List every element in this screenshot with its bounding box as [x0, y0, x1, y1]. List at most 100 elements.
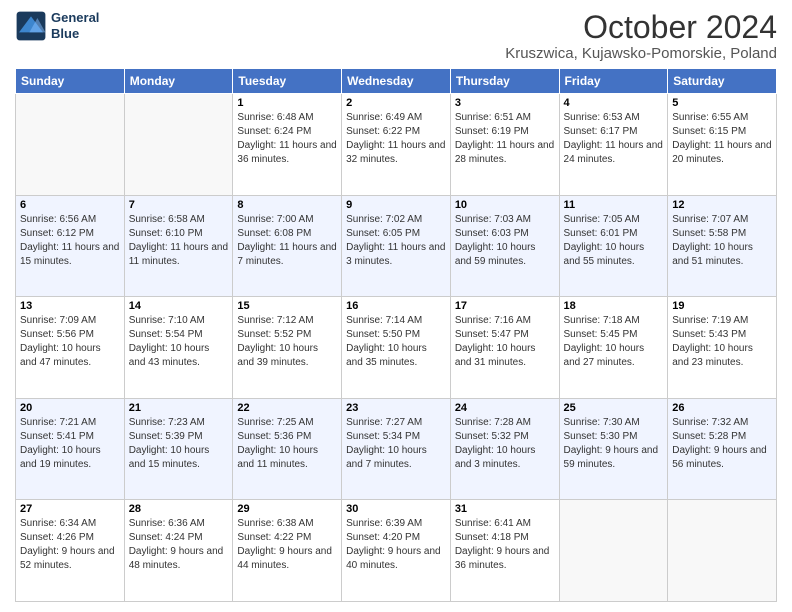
day-info: Sunrise: 6:58 AM Sunset: 6:10 PM Dayligh… [129, 213, 229, 269]
day-info: Sunrise: 7:00 AM Sunset: 6:08 PM Dayligh… [237, 213, 337, 269]
day-info: Sunrise: 7:12 AM Sunset: 5:52 PM Dayligh… [237, 314, 337, 370]
calendar-cell: 9 Sunrise: 7:02 AM Sunset: 6:05 PM Daylig… [342, 195, 451, 297]
calendar-cell [668, 500, 777, 602]
day-number: 10 [455, 199, 555, 211]
calendar-cell: 15Sunrise: 7:12 AM Sunset: 5:52 PM Dayli… [233, 297, 342, 399]
calendar-cell: 23 Sunrise: 7:27 AM Sunset: 5:34 PM Dayli… [342, 398, 451, 500]
calendar-cell [559, 500, 668, 602]
calendar-cell: 29Sunrise: 6:38 AM Sunset: 4:22 PM Dayli… [233, 500, 342, 602]
calendar-cell: 7 Sunrise: 6:58 AM Sunset: 6:10 PM Daylig… [124, 195, 233, 297]
calendar-cell: 26 Sunrise: 7:32 AM Sunset: 5:28 PM Dayli… [668, 398, 777, 500]
col-header-saturday: Saturday [668, 69, 777, 94]
calendar-cell: 14Sunrise: 7:10 AM Sunset: 5:54 PM Dayli… [124, 297, 233, 399]
calendar-cell: 18 Sunrise: 7:18 AM Sunset: 5:45 PM Dayli… [559, 297, 668, 399]
day-number: 16 [346, 300, 446, 312]
calendar-cell: 3 Sunrise: 6:51 AM Sunset: 6:19 PM Daylig… [450, 94, 559, 196]
day-info: Sunrise: 6:51 AM Sunset: 6:19 PM Dayligh… [455, 111, 555, 167]
day-number: 6 [20, 199, 120, 211]
day-number: 12 [672, 199, 772, 211]
calendar-week-3: 13 Sunrise: 7:09 AM Sunset: 5:56 PM Dayli… [16, 297, 777, 399]
day-info: Sunrise: 6:34 AM Sunset: 4:26 PM Dayligh… [20, 517, 120, 573]
day-info: Sunrise: 6:39 AM Sunset: 4:20 PM Dayligh… [346, 517, 446, 573]
main-title: October 2024 [505, 10, 777, 45]
day-number: 26 [672, 402, 772, 414]
day-number: 25 [564, 402, 664, 414]
day-info: Sunrise: 7:19 AM Sunset: 5:43 PM Dayligh… [672, 314, 772, 370]
calendar-cell: 30 Sunrise: 6:39 AM Sunset: 4:20 PM Dayli… [342, 500, 451, 602]
calendar-week-1: 1Sunrise: 6:48 AM Sunset: 6:24 PM Daylig… [16, 94, 777, 196]
calendar-cell: 17 Sunrise: 7:16 AM Sunset: 5:47 PM Dayli… [450, 297, 559, 399]
logo-icon [15, 10, 47, 42]
calendar-cell: 5 Sunrise: 6:55 AM Sunset: 6:15 PM Daylig… [668, 94, 777, 196]
day-number: 17 [455, 300, 555, 312]
day-number: 18 [564, 300, 664, 312]
col-header-friday: Friday [559, 69, 668, 94]
day-number: 24 [455, 402, 555, 414]
day-info: Sunrise: 7:27 AM Sunset: 5:34 PM Dayligh… [346, 416, 446, 472]
calendar-cell: 27 Sunrise: 6:34 AM Sunset: 4:26 PM Dayli… [16, 500, 125, 602]
day-info: Sunrise: 6:55 AM Sunset: 6:15 PM Dayligh… [672, 111, 772, 167]
subtitle: Kruszwica, Kujawsko-Pomorskie, Poland [505, 45, 777, 62]
day-number: 9 [346, 199, 446, 211]
calendar-cell: 24Sunrise: 7:28 AM Sunset: 5:32 PM Dayli… [450, 398, 559, 500]
calendar-cell: 19Sunrise: 7:19 AM Sunset: 5:43 PM Dayli… [668, 297, 777, 399]
day-info: Sunrise: 7:30 AM Sunset: 5:30 PM Dayligh… [564, 416, 664, 472]
calendar-cell: 1Sunrise: 6:48 AM Sunset: 6:24 PM Daylig… [233, 94, 342, 196]
day-number: 27 [20, 503, 120, 515]
logo-line1: General [51, 10, 99, 26]
header: General Blue October 2024 Kruszwica, Kuj… [15, 10, 777, 62]
day-info: Sunrise: 6:49 AM Sunset: 6:22 PM Dayligh… [346, 111, 446, 167]
calendar-cell: 4Sunrise: 6:53 AM Sunset: 6:17 PM Daylig… [559, 94, 668, 196]
calendar-cell: 28Sunrise: 6:36 AM Sunset: 4:24 PM Dayli… [124, 500, 233, 602]
col-header-monday: Monday [124, 69, 233, 94]
col-header-tuesday: Tuesday [233, 69, 342, 94]
day-info: Sunrise: 7:03 AM Sunset: 6:03 PM Dayligh… [455, 213, 555, 269]
day-info: Sunrise: 6:53 AM Sunset: 6:17 PM Dayligh… [564, 111, 664, 167]
day-info: Sunrise: 7:25 AM Sunset: 5:36 PM Dayligh… [237, 416, 337, 472]
calendar-cell [16, 94, 125, 196]
calendar-cell [124, 94, 233, 196]
calendar-cell: 8 Sunrise: 7:00 AM Sunset: 6:08 PM Daylig… [233, 195, 342, 297]
day-number: 21 [129, 402, 229, 414]
day-info: Sunrise: 7:18 AM Sunset: 5:45 PM Dayligh… [564, 314, 664, 370]
day-number: 23 [346, 402, 446, 414]
calendar-week-5: 27 Sunrise: 6:34 AM Sunset: 4:26 PM Dayli… [16, 500, 777, 602]
day-number: 5 [672, 97, 772, 109]
day-info: Sunrise: 7:16 AM Sunset: 5:47 PM Dayligh… [455, 314, 555, 370]
day-number: 2 [346, 97, 446, 109]
day-info: Sunrise: 6:41 AM Sunset: 4:18 PM Dayligh… [455, 517, 555, 573]
day-info: Sunrise: 7:05 AM Sunset: 6:01 PM Dayligh… [564, 213, 664, 269]
day-info: Sunrise: 7:07 AM Sunset: 5:58 PM Dayligh… [672, 213, 772, 269]
day-info: Sunrise: 7:32 AM Sunset: 5:28 PM Dayligh… [672, 416, 772, 472]
day-number: 13 [20, 300, 120, 312]
calendar-cell: 12 Sunrise: 7:07 AM Sunset: 5:58 PM Dayli… [668, 195, 777, 297]
day-number: 14 [129, 300, 229, 312]
day-number: 30 [346, 503, 446, 515]
calendar-cell: 31Sunrise: 6:41 AM Sunset: 4:18 PM Dayli… [450, 500, 559, 602]
calendar-cell: 2 Sunrise: 6:49 AM Sunset: 6:22 PM Daylig… [342, 94, 451, 196]
calendar-cell: 16 Sunrise: 7:14 AM Sunset: 5:50 PM Dayli… [342, 297, 451, 399]
calendar-table: SundayMondayTuesdayWednesdayThursdayFrid… [15, 68, 777, 602]
day-number: 11 [564, 199, 664, 211]
day-number: 8 [237, 199, 337, 211]
calendar-week-2: 6Sunrise: 6:56 AM Sunset: 6:12 PM Daylig… [16, 195, 777, 297]
day-info: Sunrise: 7:09 AM Sunset: 5:56 PM Dayligh… [20, 314, 120, 370]
calendar-cell: 13 Sunrise: 7:09 AM Sunset: 5:56 PM Dayli… [16, 297, 125, 399]
day-number: 1 [237, 97, 337, 109]
calendar-header-row: SundayMondayTuesdayWednesdayThursdayFrid… [16, 69, 777, 94]
day-info: Sunrise: 7:23 AM Sunset: 5:39 PM Dayligh… [129, 416, 229, 472]
col-header-thursday: Thursday [450, 69, 559, 94]
day-number: 3 [455, 97, 555, 109]
calendar-cell: 6Sunrise: 6:56 AM Sunset: 6:12 PM Daylig… [16, 195, 125, 297]
day-info: Sunrise: 7:02 AM Sunset: 6:05 PM Dayligh… [346, 213, 446, 269]
calendar-week-4: 20Sunrise: 7:21 AM Sunset: 5:41 PM Dayli… [16, 398, 777, 500]
calendar-cell: 20Sunrise: 7:21 AM Sunset: 5:41 PM Dayli… [16, 398, 125, 500]
day-number: 28 [129, 503, 229, 515]
calendar-cell: 25 Sunrise: 7:30 AM Sunset: 5:30 PM Dayli… [559, 398, 668, 500]
day-info: Sunrise: 7:14 AM Sunset: 5:50 PM Dayligh… [346, 314, 446, 370]
page: General Blue October 2024 Kruszwica, Kuj… [0, 0, 792, 612]
col-header-sunday: Sunday [16, 69, 125, 94]
day-number: 29 [237, 503, 337, 515]
day-number: 7 [129, 199, 229, 211]
calendar-cell: 10 Sunrise: 7:03 AM Sunset: 6:03 PM Dayli… [450, 195, 559, 297]
